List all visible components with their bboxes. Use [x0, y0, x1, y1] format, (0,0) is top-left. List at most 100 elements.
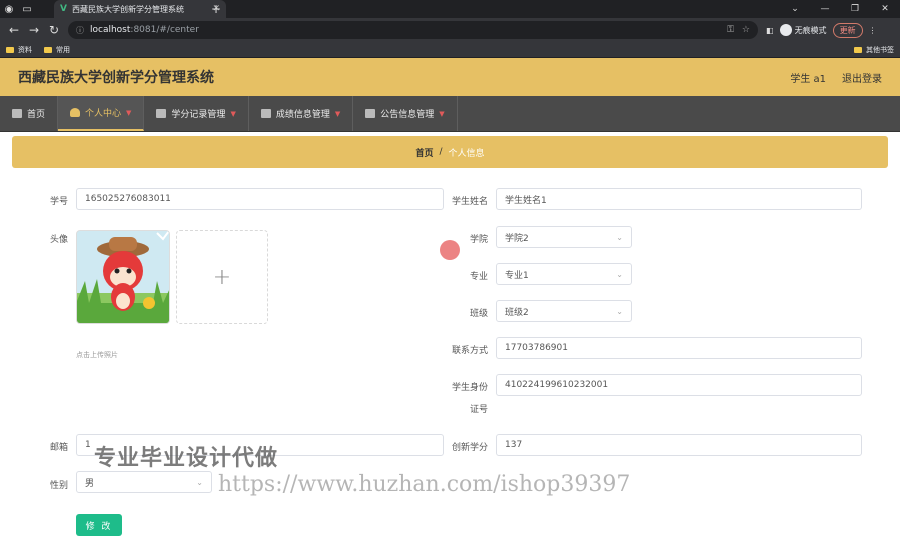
vue-icon: V [60, 4, 67, 14]
other-bookmarks-label: 其他书签 [866, 45, 894, 54]
plus-icon: + [212, 264, 232, 290]
browser-tab-bar: ◉ ▭ V 西藏民族大学创新学分管理系统 ✕ + ⌄ — ❐ ✕ [0, 0, 900, 18]
folder-icon [854, 46, 862, 53]
site-info-icon[interactable]: ⓘ [76, 25, 84, 36]
student-no-input[interactable]: 165025276083011 [76, 188, 444, 210]
list-icon [260, 109, 271, 118]
breadcrumb-current: 个人信息 [448, 148, 485, 159]
bookmark-label: 资料 [18, 45, 32, 54]
menu-item-grades[interactable]: 成绩信息管理 ▼ [249, 96, 354, 131]
email-label: 邮箱 [49, 443, 68, 453]
name-input[interactable]: 学生姓名1 [496, 188, 862, 210]
update-button[interactable]: 更新 [832, 22, 863, 38]
name-label: 学生姓名 [451, 197, 488, 207]
college-select[interactable]: 学院2 ⌄ [496, 226, 632, 248]
chevron-down-icon: ⌄ [616, 306, 623, 316]
tab-title: 西藏民族大学创新学分管理系统 [71, 4, 184, 14]
user-icon [70, 108, 81, 117]
key-icon[interactable]: ⚿ [727, 25, 734, 35]
star-icon[interactable]: ☆ [742, 25, 750, 35]
upload-button[interactable]: + [176, 230, 268, 324]
menu-item-home[interactable]: 首页 [0, 96, 59, 131]
chevron-down-icon: ▼ [439, 109, 445, 118]
major-value: 专业1 [505, 270, 529, 281]
class-select[interactable]: 班级2 ⌄ [496, 300, 632, 322]
breadcrumb-home[interactable]: 首页 [415, 146, 433, 159]
incognito-icon [779, 24, 792, 36]
other-bookmarks[interactable]: 其他书签 [854, 45, 894, 55]
back-button[interactable]: ← [4, 23, 24, 37]
major-label: 专业 [469, 272, 488, 282]
upload-hint: 点击上传照片 [76, 351, 118, 359]
browser-menu-icon[interactable]: ◉ [0, 0, 18, 18]
id-label-cont: 证号 [469, 405, 488, 415]
window-icon[interactable]: ▭ [18, 0, 36, 18]
chevron-down-icon: ⌄ [616, 269, 623, 279]
box-icon [156, 109, 167, 118]
url-input[interactable]: ⓘ localhost :8081/#/center ⚿ ☆ [68, 21, 758, 39]
url-host: localhost [90, 25, 131, 35]
restore-button[interactable]: ❐ [840, 0, 870, 18]
watermark-text: 专业毕业设计代做 [94, 446, 279, 471]
new-tab-button[interactable]: + [208, 0, 224, 18]
menu-label: 学分记录管理 [171, 110, 226, 120]
folder-icon [6, 46, 14, 53]
close-window-button[interactable]: ✕ [870, 0, 900, 18]
bookmarks-bar: 资料 常用 其他书签 [0, 42, 900, 58]
avatar-cartoon-icon [77, 231, 169, 323]
main-menu: 首页 个人中心 ▼ 学分记录管理 ▼ 成绩信息管理 ▼ 公告信息管理 ▼ [0, 96, 900, 132]
chevron-down-icon: ⌄ [616, 232, 623, 242]
class-value: 班级2 [505, 307, 529, 318]
credit-input[interactable]: 137 [496, 434, 862, 456]
menu-item-credit-records[interactable]: 学分记录管理 ▼ [144, 96, 249, 131]
forward-button[interactable]: → [24, 23, 44, 37]
class-label: 班级 [469, 309, 488, 319]
logout-link[interactable]: 退出登录 [842, 70, 882, 85]
menu-label: 首页 [27, 110, 46, 120]
reload-button[interactable]: ↻ [44, 23, 64, 37]
id-label: 学生身份 [451, 383, 488, 393]
phone-input[interactable]: 17703786901 [496, 337, 862, 359]
folder-icon [44, 46, 52, 53]
breadcrumb-separator: / [439, 147, 443, 157]
chevron-down-icon: ▼ [230, 109, 236, 118]
app-header: 西藏民族大学创新学分管理系统 学生 a1 退出登录 [0, 58, 900, 96]
profile-form: 学号 165025276083011 学生姓名 学生姓名1 头像 + 点击上传照… [12, 168, 888, 536]
chevron-down-icon: ▼ [334, 109, 341, 118]
gender-value: 男 [85, 478, 95, 489]
home-icon [12, 109, 22, 118]
app-title: 西藏民族大学创新学分管理系统 [18, 70, 214, 86]
chevron-down-icon: ⌄ [196, 477, 203, 487]
student-no-label: 学号 [49, 197, 68, 207]
menu-item-notices[interactable]: 公告信息管理 ▼ [353, 96, 458, 131]
incognito-indicator[interactable]: 无痕模式 [779, 24, 827, 36]
minimize-button[interactable]: — [810, 0, 840, 18]
gender-select[interactable]: 男 ⌄ [76, 471, 212, 493]
watermark-url: https://www.huzhan.com/ishop39397 [218, 472, 631, 497]
current-user: 学生 a1 [790, 73, 826, 85]
browser-tab[interactable]: V 西藏民族大学创新学分管理系统 ✕ [54, 0, 226, 18]
phone-label: 联系方式 [451, 346, 488, 356]
submit-button[interactable]: 修 改 [76, 514, 122, 536]
credit-label: 创新学分 [451, 443, 488, 453]
menu-item-personal-center[interactable]: 个人中心 ▼ [58, 96, 145, 131]
more-menu-icon[interactable]: ⋮ [869, 26, 877, 35]
sidebar-icon[interactable]: ◧ [766, 26, 774, 35]
breadcrumb: 首页 / 个人信息 [12, 136, 888, 168]
id-number-input[interactable]: 410224199610232001 [496, 374, 862, 396]
gender-label: 性别 [49, 481, 68, 491]
menu-label: 个人中心 [85, 109, 122, 119]
avatar-label: 头像 [49, 235, 68, 245]
menu-label: 成绩信息管理 [275, 110, 330, 120]
college-value: 学院2 [505, 233, 529, 244]
chevron-down-icon: ▼ [126, 108, 132, 117]
url-path: :8081/#/center [130, 25, 199, 35]
bookmark-folder[interactable]: 常用 [44, 45, 70, 55]
bookmark-label: 常用 [56, 45, 70, 54]
tab-search-icon[interactable]: ⌄ [780, 0, 810, 18]
bookmark-folder[interactable]: 资料 [6, 45, 32, 55]
avatar-image[interactable] [76, 230, 170, 324]
major-select[interactable]: 专业1 ⌄ [496, 263, 632, 285]
mouse-cursor-highlight [440, 240, 460, 260]
menu-label: 公告信息管理 [380, 110, 435, 120]
